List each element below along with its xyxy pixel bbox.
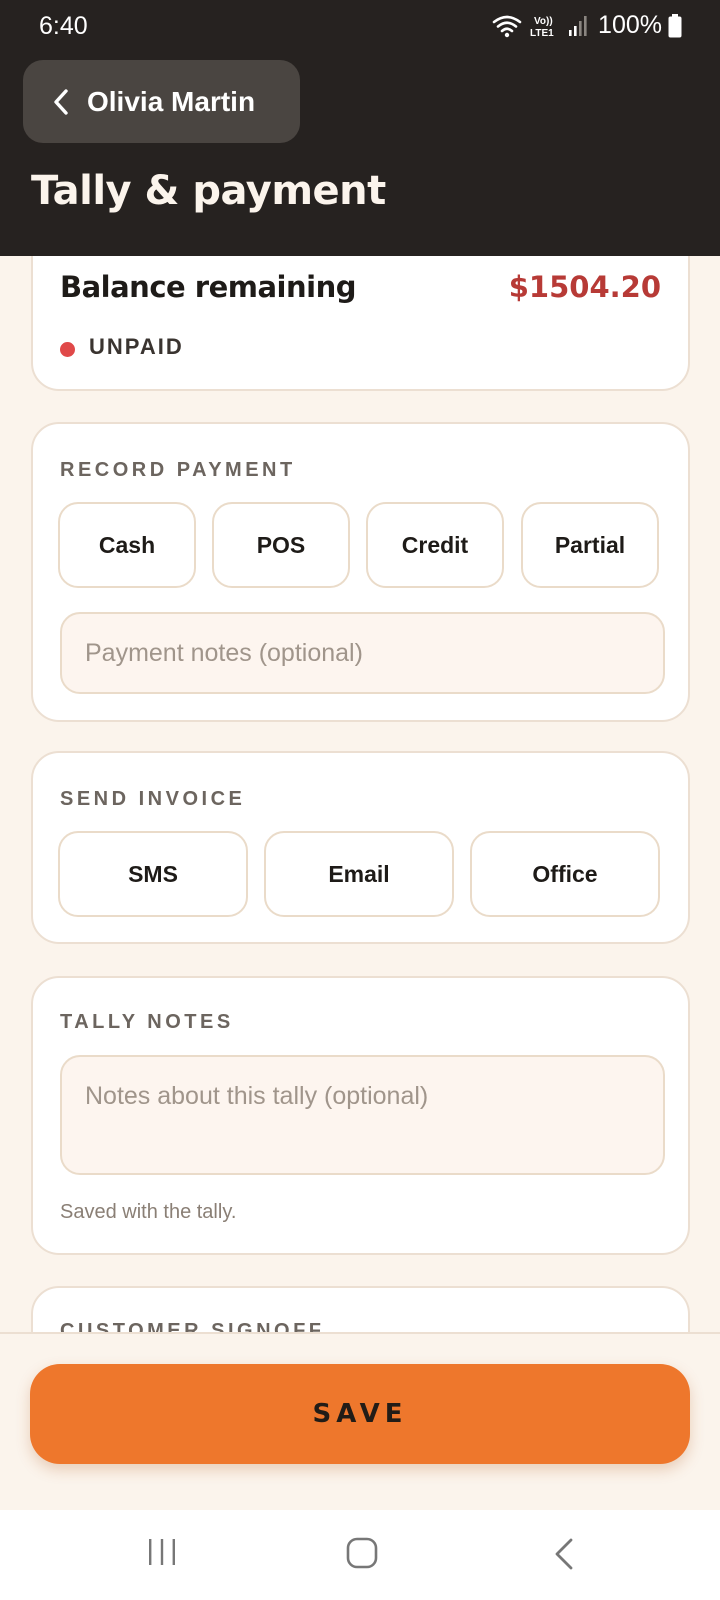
footer-bar: SAVE <box>0 1332 720 1510</box>
home-icon[interactable] <box>346 1537 378 1569</box>
battery-percent: 100% <box>598 11 662 39</box>
invoice-office-button[interactable]: Office <box>470 831 660 917</box>
chevron-left-icon <box>54 88 68 115</box>
section-label-tally-notes: TALLY NOTES <box>60 1011 234 1033</box>
balance-label: Balance remaining <box>60 270 356 304</box>
invoice-sms-button[interactable]: SMS <box>58 831 248 917</box>
wifi-icon <box>492 15 522 37</box>
save-button[interactable]: SAVE <box>30 1364 690 1464</box>
tally-notes-helper: Saved with the tally. <box>60 1201 237 1223</box>
app-header: 6:40 Vo)) LTE1 100% Olivia Martin Tally … <box>0 0 720 256</box>
record-payment-card: RECORD PAYMENT Cash POS Credit Partial <box>31 422 690 722</box>
status-badge: UNPAID <box>89 334 184 359</box>
balance-amount: $1504.20 <box>508 270 661 304</box>
send-invoice-card: SEND INVOICE SMS Email Office <box>31 751 690 944</box>
signal-icon <box>569 15 587 36</box>
payment-pos-button[interactable]: POS <box>212 502 350 588</box>
back-button[interactable]: Olivia Martin <box>23 60 300 143</box>
tally-notes-card: TALLY NOTES Saved with the tally. <box>31 976 690 1255</box>
system-nav-bar <box>0 1510 720 1600</box>
status-bar: 6:40 Vo)) LTE1 100% <box>0 0 720 52</box>
recent-apps-icon[interactable] <box>146 1537 178 1567</box>
status-dot-icon <box>60 342 75 357</box>
back-button-label: Olivia Martin <box>87 85 256 117</box>
payment-credit-button[interactable]: Credit <box>366 502 504 588</box>
section-label-record-payment: RECORD PAYMENT <box>60 459 296 481</box>
network-type-icon: Vo)) LTE1 <box>530 16 554 39</box>
payment-cash-button[interactable]: Cash <box>58 502 196 588</box>
network-label-bottom: LTE1 <box>530 28 554 39</box>
section-label-send-invoice: SEND INVOICE <box>60 788 246 810</box>
back-nav-icon[interactable] <box>553 1538 575 1570</box>
battery-icon <box>668 13 682 37</box>
invoice-email-button[interactable]: Email <box>264 831 454 917</box>
page-title: Tally & payment <box>31 168 386 214</box>
payment-notes-input[interactable] <box>60 612 665 694</box>
payment-partial-button[interactable]: Partial <box>521 502 659 588</box>
status-icons: Vo)) LTE1 100% <box>492 11 682 40</box>
network-label-top: Vo)) <box>534 16 553 27</box>
status-time: 6:40 <box>39 12 88 40</box>
tally-notes-input[interactable] <box>60 1055 665 1175</box>
